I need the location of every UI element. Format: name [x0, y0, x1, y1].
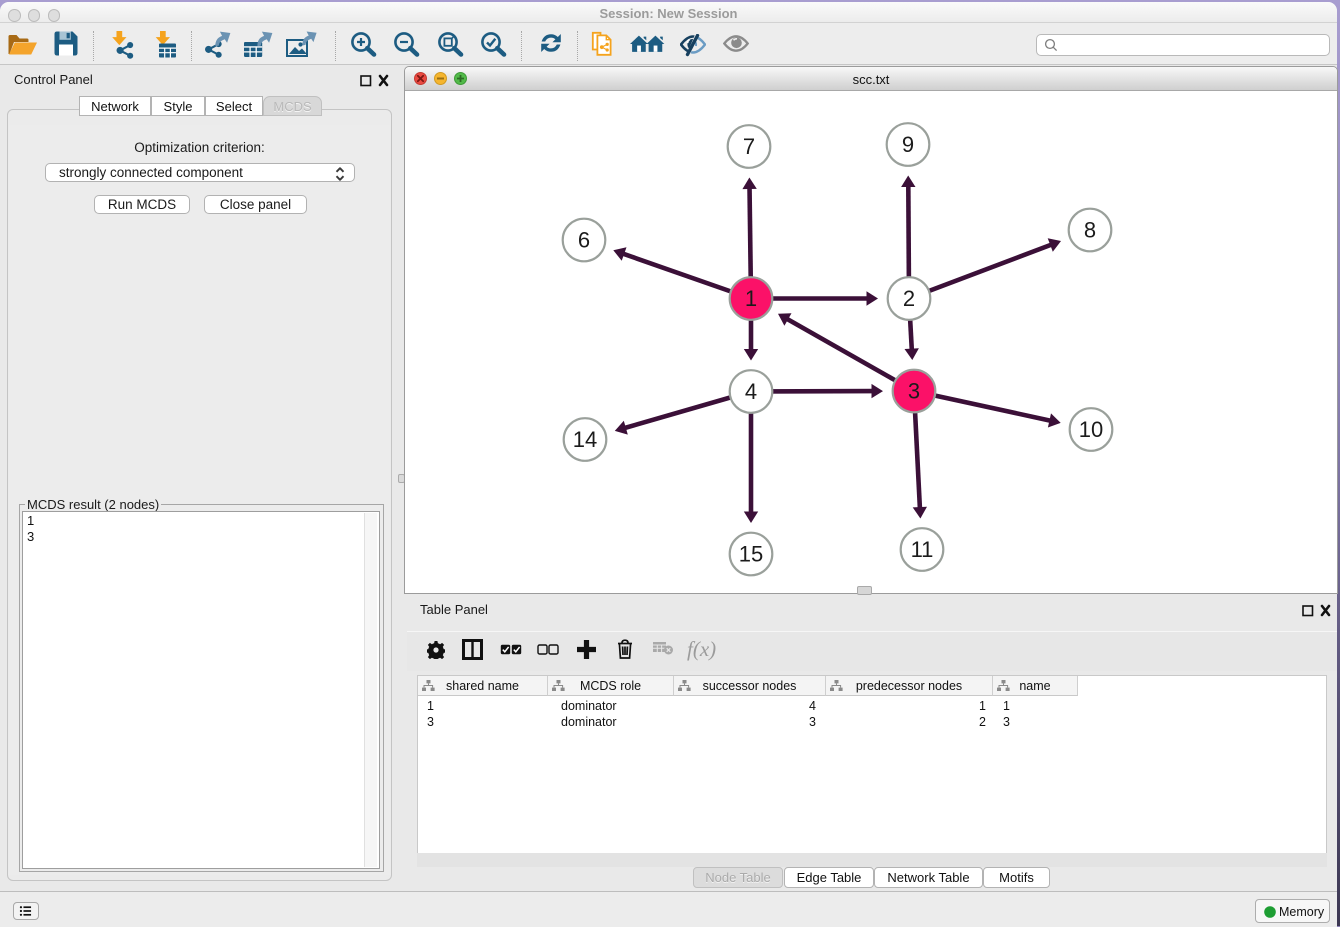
svg-text:10: 10: [1079, 417, 1103, 442]
svg-text:15: 15: [739, 542, 763, 567]
svg-text:1: 1: [745, 286, 757, 311]
svg-text:8: 8: [1084, 218, 1096, 243]
svg-text:6: 6: [578, 228, 590, 253]
svg-text:3: 3: [908, 379, 920, 404]
svg-text:4: 4: [745, 379, 757, 404]
svg-text:11: 11: [911, 537, 934, 562]
svg-text:7: 7: [743, 134, 755, 159]
svg-text:14: 14: [573, 427, 597, 452]
svg-text:9: 9: [902, 132, 914, 157]
svg-text:2: 2: [903, 286, 915, 311]
